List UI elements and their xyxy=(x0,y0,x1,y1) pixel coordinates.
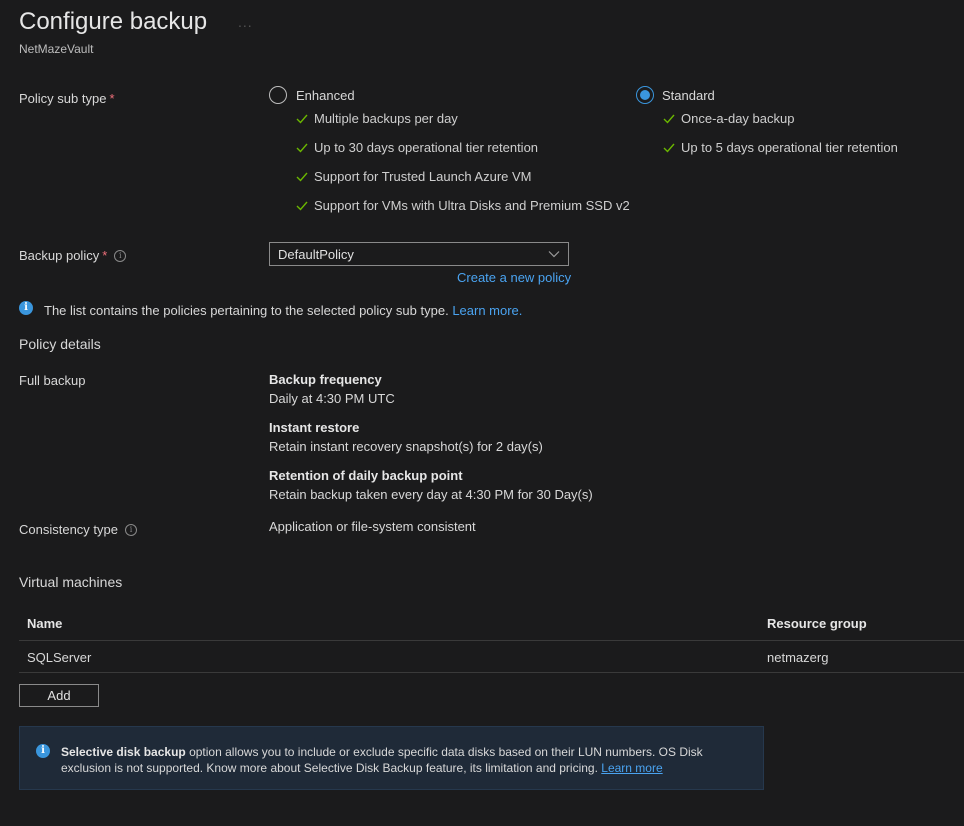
detail-title: Retention of daily backup point xyxy=(269,468,463,483)
info-note-text: The list contains the policies pertainin… xyxy=(44,303,449,318)
feature-text: Multiple backups per day xyxy=(314,111,458,126)
info-icon: i xyxy=(19,301,33,315)
checkmark-icon xyxy=(296,143,308,153)
standard-features: Once-a-day backup Up to 5 days operation… xyxy=(663,111,898,169)
policy-sub-type-label: Policy sub type * xyxy=(19,91,115,106)
checkmark-icon xyxy=(296,114,308,124)
banner-text: Selective disk backup option allows you … xyxy=(61,744,751,776)
radio-standard-label: Standard xyxy=(662,87,715,103)
detail-value: Daily at 4:30 PM UTC xyxy=(269,391,395,406)
info-icon: i xyxy=(36,744,50,758)
consistency-type-text: Consistency type xyxy=(19,522,118,537)
detail-title: Instant restore xyxy=(269,420,360,435)
required-mark: * xyxy=(109,91,115,106)
checkmark-icon xyxy=(663,114,675,124)
learn-more-link[interactable]: Learn more. xyxy=(452,303,522,318)
table-divider xyxy=(19,672,964,673)
radio-enhanced-circle[interactable] xyxy=(269,86,287,104)
checkmark-icon xyxy=(296,201,308,211)
virtual-machines-heading: Virtual machines xyxy=(19,574,123,590)
feature-item: Multiple backups per day xyxy=(296,111,630,140)
feature-item: Support for Trusted Launch Azure VM xyxy=(296,169,630,198)
radio-standard[interactable]: Standard xyxy=(636,86,715,104)
checkmark-icon xyxy=(296,172,308,182)
required-mark: * xyxy=(102,248,108,263)
consistency-type-value: Application or file-system consistent xyxy=(269,519,476,534)
policy-sub-type-text: Policy sub type xyxy=(19,91,107,106)
feature-item: Up to 5 days operational tier retention xyxy=(663,140,898,169)
consistency-type-label: Consistency type i xyxy=(19,522,137,537)
policy-detail-item: Instant restore Retain instant recovery … xyxy=(269,418,543,456)
page-title: Configure backup xyxy=(19,8,208,35)
feature-item: Once-a-day backup xyxy=(663,111,898,140)
info-icon[interactable]: i xyxy=(125,523,137,536)
banner-info-icon-wrap: i xyxy=(36,744,50,758)
radio-enhanced[interactable]: Enhanced xyxy=(269,86,355,104)
radio-enhanced-label: Enhanced xyxy=(296,87,355,103)
feature-text: Once-a-day backup xyxy=(681,111,795,126)
enhanced-features: Multiple backups per day Up to 30 days o… xyxy=(296,111,630,227)
policy-detail-item: Retention of daily backup point Retain b… xyxy=(269,466,593,504)
detail-title: Backup frequency xyxy=(269,372,382,387)
backup-policy-dropdown[interactable]: DefaultPolicy xyxy=(269,242,569,266)
more-options-icon[interactable]: ... xyxy=(238,14,253,30)
backup-policy-label: Backup policy * i xyxy=(19,248,127,263)
full-backup-label: Full backup xyxy=(19,373,86,388)
feature-text: Support for Trusted Launch Azure VM xyxy=(314,169,532,184)
banner-learn-more-link[interactable]: Learn more xyxy=(601,761,662,775)
feature-item: Support for VMs with Ultra Disks and Pre… xyxy=(296,198,630,227)
column-header-resource-group[interactable]: Resource group xyxy=(767,616,867,631)
table-row[interactable]: SQLServer netmazerg xyxy=(19,641,964,672)
backup-policy-value: DefaultPolicy xyxy=(278,246,354,262)
chevron-down-icon xyxy=(548,251,560,258)
selective-disk-backup-banner: i Selective disk backup option allows yo… xyxy=(19,726,764,790)
feature-text: Up to 30 days operational tier retention xyxy=(314,140,539,155)
column-header-name[interactable]: Name xyxy=(27,616,62,631)
radio-standard-circle[interactable] xyxy=(636,86,654,104)
vm-name-cell: SQLServer xyxy=(27,650,92,665)
info-icon[interactable]: i xyxy=(114,249,127,262)
feature-text: Up to 5 days operational tier retention xyxy=(681,140,898,155)
add-button[interactable]: Add xyxy=(19,684,99,707)
vm-resource-group-cell: netmazerg xyxy=(767,650,829,665)
policy-details-heading: Policy details xyxy=(19,336,101,352)
policy-detail-item: Backup frequency Daily at 4:30 PM UTC xyxy=(269,370,395,408)
info-note: The list contains the policies pertainin… xyxy=(44,303,522,318)
feature-item: Up to 30 days operational tier retention xyxy=(296,140,630,169)
info-note-icon-wrap: i xyxy=(19,301,33,315)
detail-value: Retain instant recovery snapshot(s) for … xyxy=(269,439,543,454)
detail-value: Retain backup taken every day at 4:30 PM… xyxy=(269,487,593,502)
checkmark-icon xyxy=(663,143,675,153)
feature-text: Support for VMs with Ultra Disks and Pre… xyxy=(314,198,630,213)
create-new-policy-link[interactable]: Create a new policy xyxy=(457,270,571,285)
vault-name: NetMazeVault xyxy=(19,42,94,56)
backup-policy-text: Backup policy xyxy=(19,248,100,263)
banner-bold-text: Selective disk backup xyxy=(61,745,186,759)
